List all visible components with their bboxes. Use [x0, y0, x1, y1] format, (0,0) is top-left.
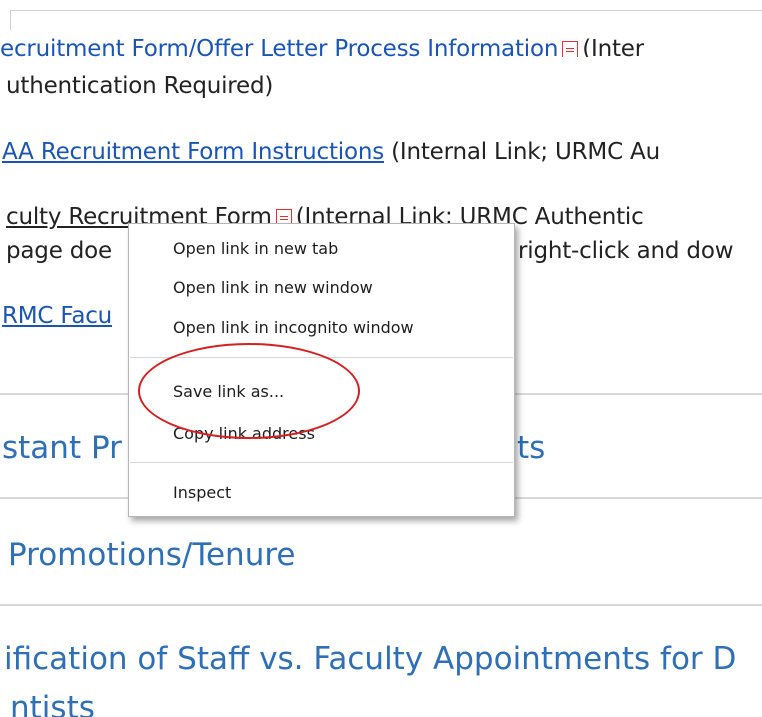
content-line-2: uthentication Required) [6, 72, 273, 100]
section-heading-promotions-tenure[interactable]: Promotions/Tenure [8, 537, 296, 573]
context-menu: Open link in new tab Open link in new wi… [128, 223, 515, 517]
pdf-icon [562, 40, 579, 57]
instruction-text-end: right-click and dow [518, 238, 734, 264]
menu-separator [130, 357, 513, 358]
urmc-faculty-link[interactable]: RMC Facu [2, 303, 112, 329]
menu-inspect[interactable]: Inspect [129, 475, 514, 511]
menu-open-new-tab[interactable]: Open link in new tab [129, 231, 514, 267]
section-divider [0, 604, 762, 606]
content-line-5: page doe right-click and dow [6, 237, 734, 265]
link-note: (Inter [582, 36, 644, 57]
link-note: (Internal Link; URMC Au [391, 139, 660, 165]
auth-required-text: uthentication Required) [6, 73, 274, 99]
section-heading-assistant-professor[interactable]: stant Pr ts [2, 430, 545, 466]
menu-open-new-window[interactable]: Open link in new window [129, 270, 514, 306]
section-heading-classification[interactable]: ification of Staff vs. Faculty Appointme… [4, 641, 736, 677]
menu-copy-link-address[interactable]: Copy link address [129, 416, 514, 452]
recruitment-instructions-link[interactable]: AA Recruitment Form Instructions [2, 139, 384, 165]
content-line-3: AA Recruitment Form Instructions (Intern… [2, 138, 660, 166]
content-line-1: ecruitment Form/Offer Letter Process Inf… [0, 35, 644, 57]
instruction-text-start: page doe [6, 238, 112, 264]
recruitment-offer-letter-link[interactable]: ecruitment Form/Offer Letter Process Inf… [0, 36, 558, 57]
section-heading-classification-cont: ntists [10, 690, 95, 717]
menu-separator [130, 462, 513, 463]
menu-open-incognito[interactable]: Open link in incognito window [129, 310, 514, 346]
menu-save-link-as[interactable]: Save link as... [129, 374, 514, 410]
content-line-6: RMC Facu [2, 302, 112, 330]
